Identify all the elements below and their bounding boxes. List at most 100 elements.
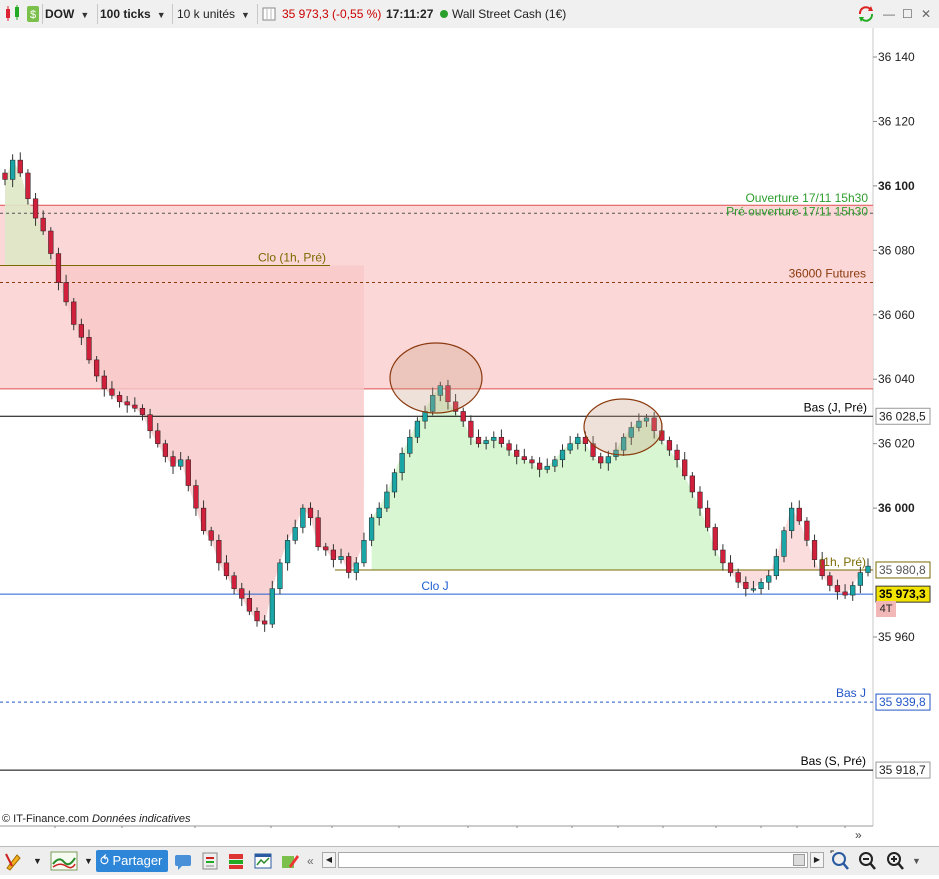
- grid-icon[interactable]: [262, 3, 276, 25]
- sync-icon[interactable]: [856, 3, 876, 25]
- candle: [2, 172, 8, 180]
- scroll-right-icon[interactable]: »: [855, 828, 862, 842]
- zoom-fit-icon[interactable]: [829, 850, 851, 872]
- candle: [720, 549, 726, 564]
- minimize-icon[interactable]: —: [883, 3, 895, 25]
- dollar-icon[interactable]: $: [26, 3, 40, 25]
- candle: [842, 591, 848, 596]
- share-icon: ⥀: [100, 853, 109, 868]
- candle: [193, 485, 199, 509]
- candle: [40, 217, 46, 232]
- horizontal-scrollbar[interactable]: [338, 852, 808, 868]
- positions-icon[interactable]: [225, 850, 247, 872]
- candle: [850, 585, 856, 596]
- label-low-day: Bas J: [836, 686, 866, 700]
- candle: [682, 459, 688, 477]
- candle: [353, 562, 359, 573]
- indicators-icon[interactable]: [50, 850, 78, 872]
- candle: [17, 159, 23, 174]
- candle: [246, 598, 253, 612]
- share-label: Partager: [112, 853, 163, 868]
- candle: [162, 443, 168, 457]
- units-select[interactable]: 10 k unités ▼: [177, 3, 255, 25]
- chat-icon[interactable]: [172, 850, 194, 872]
- candle: [598, 456, 604, 464]
- candle: [865, 565, 871, 573]
- label-pre-open: Pré ouverture 17/11 15h30: [726, 204, 868, 218]
- order-list-icon[interactable]: [199, 850, 221, 872]
- candle: [483, 440, 489, 444]
- candle: [399, 453, 405, 473]
- zoom-in-icon[interactable]: [884, 850, 906, 872]
- instrument-label: DOW: [45, 7, 75, 21]
- candle: [292, 527, 298, 541]
- copyright: © IT-Finance.com Données indicatives: [2, 813, 190, 825]
- candle: [147, 414, 153, 432]
- scroll-right-button[interactable]: ▶: [810, 852, 824, 868]
- scroll-left-button[interactable]: ◀: [322, 852, 336, 868]
- candle: [773, 556, 779, 577]
- candle: [116, 395, 123, 403]
- candle: [208, 530, 214, 541]
- window-chart-icon[interactable]: [252, 850, 274, 872]
- candle: [674, 449, 680, 461]
- share-button[interactable]: ⥀ Partager: [96, 850, 169, 872]
- candle: [323, 546, 329, 551]
- label-low-week-pre: Bas (S, Pré): [801, 754, 866, 768]
- pencil-icon[interactable]: [3, 850, 25, 872]
- candle: [269, 588, 275, 625]
- pattern-circle-1: [389, 342, 483, 414]
- scroll-left-double-icon[interactable]: «: [307, 850, 314, 872]
- candle: [223, 562, 230, 577]
- chevron-down-icon[interactable]: ▼: [912, 850, 921, 872]
- edit-chart-icon[interactable]: [279, 850, 301, 872]
- candle: [789, 507, 795, 531]
- maximize-icon[interactable]: ☐: [902, 3, 913, 25]
- y-tick-label: 35 960: [878, 630, 915, 644]
- candle: [605, 456, 611, 464]
- candle: [796, 507, 802, 522]
- instrument-select[interactable]: DOW ▼: [45, 3, 97, 25]
- y-tick-label: 36 080: [878, 243, 915, 257]
- candle: [666, 440, 673, 451]
- candle: [491, 436, 497, 441]
- candle: [239, 588, 245, 599]
- price-chart[interactable]: Ouverture 17/11 15h30Pré ouverture 17/11…: [0, 28, 939, 828]
- label-close-1h-pre: (1h, Pré): [819, 555, 866, 569]
- candlestick-chart-icon[interactable]: [3, 3, 23, 25]
- y-tick-label: 36 120: [878, 114, 915, 128]
- bottom-toolbar: ▼ ▼ ⥀ Partager « ◀ ▶ ▼: [0, 846, 939, 875]
- candle: [498, 436, 505, 444]
- price-tag-label: 36 028,5: [879, 409, 926, 423]
- zoom-out-icon[interactable]: [856, 850, 878, 872]
- candle: [407, 436, 413, 454]
- y-tick-label: 36 020: [878, 437, 915, 451]
- candle: [262, 620, 268, 625]
- candle: [735, 572, 741, 583]
- candle: [338, 556, 344, 560]
- chevron-down-icon[interactable]: ▼: [84, 850, 93, 872]
- close-icon[interactable]: ✕: [921, 3, 931, 25]
- candle: [544, 465, 550, 470]
- price-tag-label: 35 939,8: [879, 695, 926, 709]
- candle: [391, 472, 398, 493]
- candle: [284, 540, 291, 564]
- price-tag-label: 35 980,8: [879, 563, 926, 577]
- candle: [384, 491, 390, 509]
- candle: [468, 420, 474, 438]
- candle: [781, 530, 787, 557]
- candle: [63, 282, 69, 303]
- scrollbar-thumb[interactable]: [793, 854, 805, 866]
- label-close-1h: Clo (1h, Pré): [258, 250, 326, 264]
- candle: [32, 198, 39, 219]
- candle: [811, 540, 818, 560]
- candle: [124, 401, 130, 406]
- candle: [300, 507, 306, 528]
- candle: [368, 517, 375, 541]
- chevron-down-icon[interactable]: ▼: [33, 850, 42, 872]
- ticks-select[interactable]: 100 ticks ▼: [100, 3, 170, 25]
- data-note: Données indicatives: [92, 813, 191, 825]
- chevron-down-icon: ▼: [80, 10, 90, 20]
- candle: [460, 411, 466, 422]
- candle: [86, 337, 92, 361]
